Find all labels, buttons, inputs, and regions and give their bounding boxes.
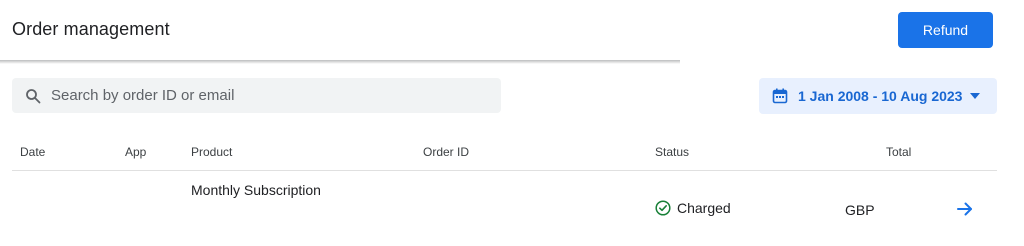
calendar-icon	[772, 88, 788, 104]
search-input[interactable]	[51, 80, 481, 111]
chevron-down-icon	[970, 93, 981, 99]
check-circle-icon	[655, 200, 671, 216]
page-header: Order management Refund	[0, 0, 1024, 62]
column-header-status[interactable]: Status	[655, 145, 689, 159]
column-header-date[interactable]: Date	[20, 145, 45, 159]
cell-total: GBP	[845, 202, 875, 218]
column-header-total[interactable]: Total	[886, 145, 911, 159]
header-shadow	[0, 60, 680, 64]
column-header-product[interactable]: Product	[191, 145, 232, 159]
search-box[interactable]	[12, 78, 501, 113]
status-badge: Charged	[655, 200, 731, 216]
arrow-right-icon[interactable]	[957, 202, 973, 216]
column-header-app[interactable]: App	[125, 145, 146, 159]
date-range-button[interactable]: 1 Jan 2008 - 10 Aug 2023	[759, 78, 997, 114]
page-title: Order management	[12, 19, 170, 39]
status-label: Charged	[677, 200, 731, 216]
search-icon	[25, 88, 41, 104]
date-range-label: 1 Jan 2008 - 10 Aug 2023	[798, 88, 963, 104]
column-header-order-id[interactable]: Order ID	[423, 145, 469, 159]
table-header-divider	[12, 170, 997, 171]
cell-product: Monthly Subscription	[191, 182, 321, 198]
refund-button[interactable]: Refund	[898, 12, 993, 48]
